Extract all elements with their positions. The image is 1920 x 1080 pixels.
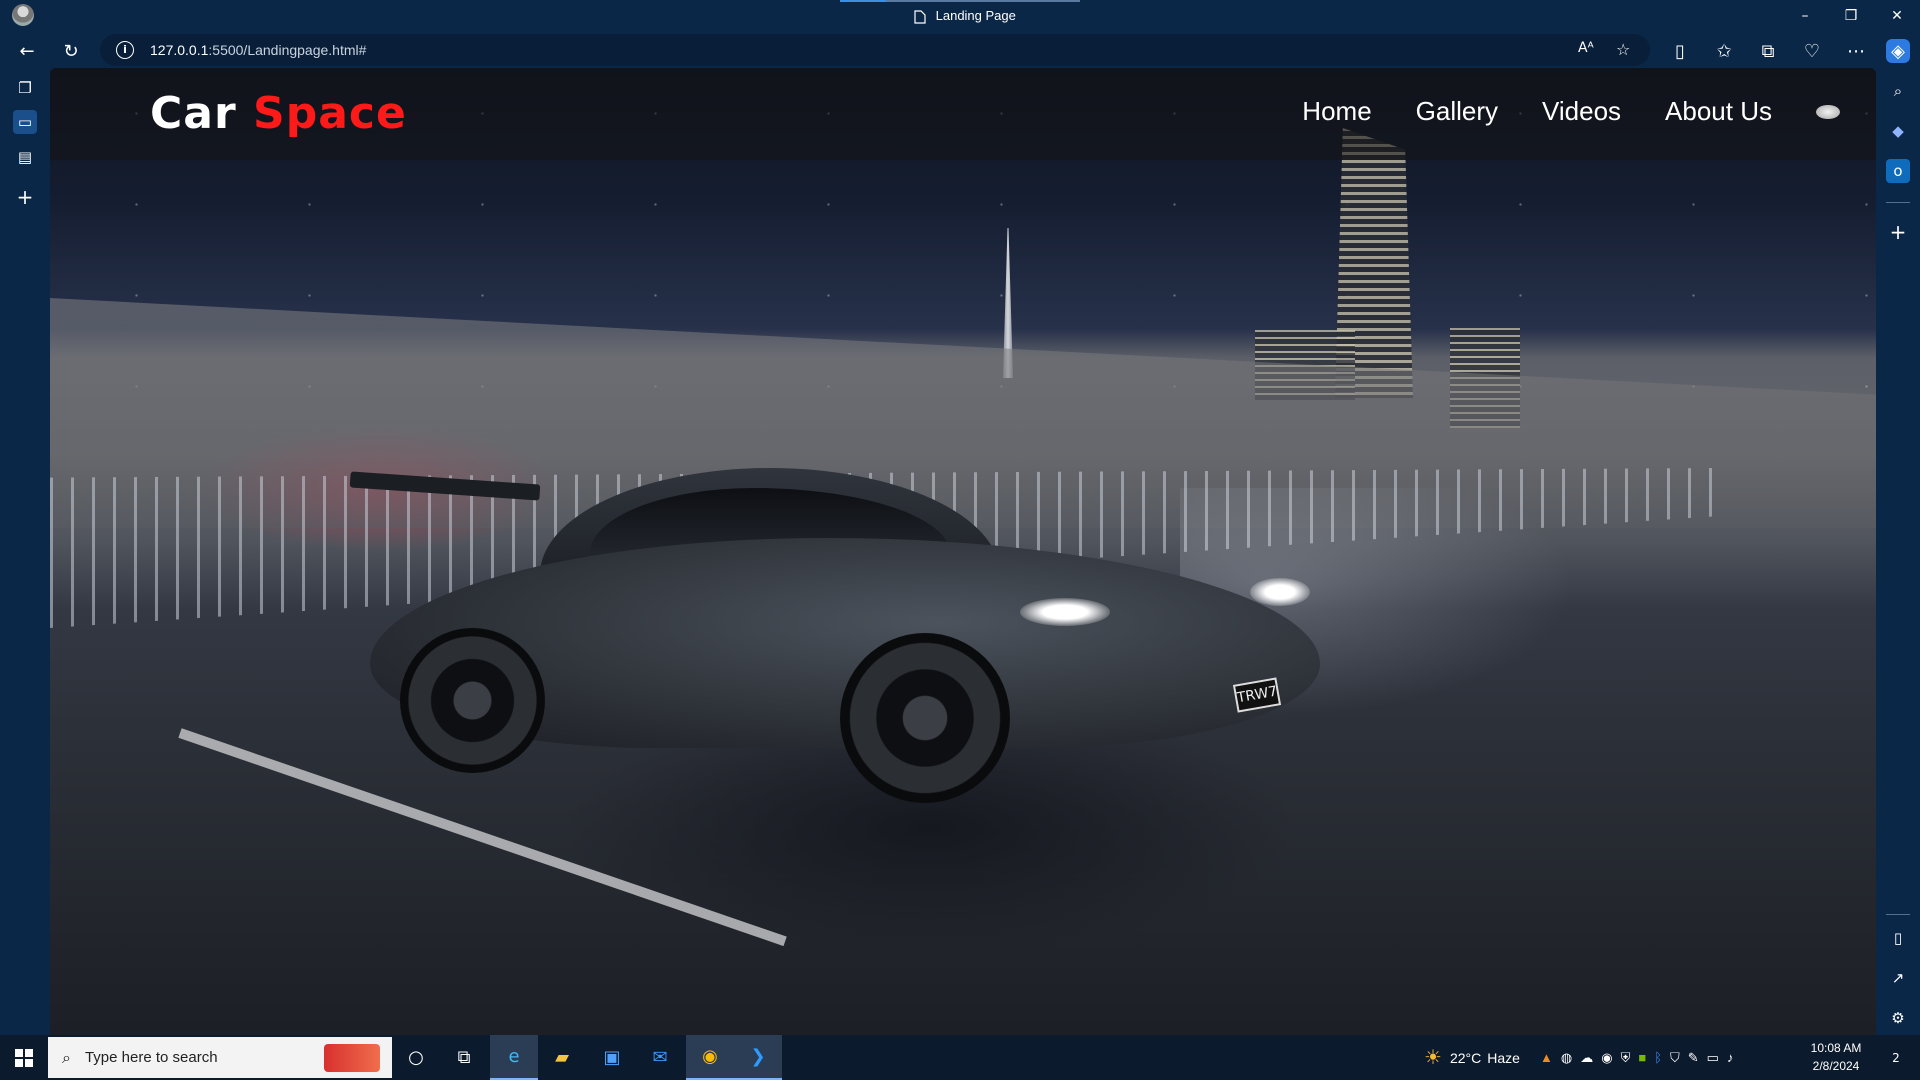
edge-sidebar: ⌕ ◆ o + ▯ ↗ ⚙ — [1876, 68, 1920, 1035]
page-tab-icon[interactable]: ▭ — [13, 110, 37, 134]
network-globe-icon[interactable]: ◍ — [1561, 1050, 1572, 1066]
cortana-icon[interactable]: ○ — [392, 1035, 440, 1080]
mail-icon[interactable]: ✉ — [636, 1035, 684, 1080]
nvidia-icon[interactable]: ■ — [1638, 1050, 1646, 1065]
car-rear-wheel — [400, 628, 545, 773]
tray-disc-icon[interactable]: ◉ — [1601, 1050, 1612, 1066]
split-screen-icon[interactable]: ▯ — [1668, 39, 1692, 63]
more-icon[interactable]: ⋯ — [1844, 39, 1868, 63]
system-tray: ▲ ◍ ☁ ◉ ⛨ ■ ᛒ ⛉ ✎ ▭ ♪ — [1540, 1035, 1733, 1080]
favorite-star-icon[interactable]: ☆ — [1616, 40, 1630, 59]
pen-icon[interactable]: ✎ — [1688, 1050, 1699, 1066]
search-highlight-gift-icon — [324, 1044, 380, 1072]
taskbar-clock[interactable]: 10:08 AM 2/8/2024 — [1806, 1039, 1866, 1075]
nav-home[interactable]: Home — [1302, 96, 1371, 127]
site-nav: Home Gallery Videos About Us — [1302, 96, 1876, 127]
bluetooth-icon[interactable]: ᛒ — [1654, 1050, 1662, 1065]
back-icon[interactable]: ← — [15, 39, 39, 63]
tab-actions-icon[interactable]: ❐ — [13, 76, 37, 100]
weather-desc: Haze — [1487, 1049, 1520, 1066]
car-rear-wing — [349, 471, 541, 501]
clock-date: 2/8/2024 — [1812, 1059, 1860, 1073]
logo-primary: Car — [150, 88, 237, 139]
site-logo[interactable]: Car Space — [150, 88, 407, 139]
copilot-icon[interactable]: ◈ — [1886, 39, 1910, 63]
file-explorer-icon[interactable]: ▰ — [538, 1035, 586, 1080]
notification-center-icon[interactable]: 2 — [1872, 1035, 1920, 1080]
site-info-icon[interactable]: i — [116, 41, 134, 59]
weather-widget[interactable]: ☀ 22°C Haze — [1424, 1035, 1520, 1080]
search-magnifier-icon: ⌕ — [62, 1047, 71, 1067]
address-bar[interactable]: i 127.0.0.1:5500/Landingpage.html# Aᴬ ☆ — [100, 34, 1650, 66]
browser-toolbar: ← ↻ i 127.0.0.1:5500/Landingpage.html# A… — [0, 32, 1920, 68]
page-icon — [914, 9, 926, 24]
url-text[interactable]: 127.0.0.1:5500/Landingpage.html# — [150, 42, 366, 58]
browser-essentials-icon[interactable]: ♡ — [1800, 39, 1824, 63]
minimize-button[interactable]: – — [1782, 0, 1828, 32]
url-path: :5500/Landingpage.html# — [208, 42, 367, 58]
window-controls: – ❒ ✕ — [1782, 0, 1920, 32]
sidebar-divider-bottom — [1886, 914, 1910, 915]
nav-videos[interactable]: Videos — [1542, 96, 1621, 127]
favorites-icon[interactable]: ✩ — [1712, 39, 1736, 63]
url-host: 127.0.0.1 — [150, 42, 209, 58]
browser-title-bar: Landing Page – ❒ ✕ — [0, 0, 1920, 32]
windows-logo-icon — [15, 1048, 33, 1067]
add-sidebar-app-icon[interactable]: + — [1886, 220, 1910, 244]
notification-badge: 2 — [1892, 1050, 1900, 1065]
car-headlight-right — [1250, 578, 1310, 606]
search-icon[interactable]: ⌕ — [1886, 79, 1910, 103]
site-header: Car Space Home Gallery Videos About Us — [50, 68, 1876, 160]
start-button[interactable] — [0, 1035, 48, 1080]
outlook-icon[interactable]: o — [1886, 159, 1910, 183]
car-headlight-left — [1020, 598, 1110, 626]
restore-button[interactable]: ❒ — [1828, 0, 1874, 32]
volume-icon[interactable]: ♪ — [1727, 1050, 1734, 1065]
vertical-tabs-bar: ❐ ▭ ▤ + — [0, 68, 50, 1035]
car-front-wheel — [840, 633, 1010, 803]
nav-about-us[interactable]: About Us — [1665, 96, 1772, 127]
store-icon[interactable]: ▣ — [588, 1035, 636, 1080]
new-tab-icon[interactable]: + — [13, 185, 37, 209]
logo-accent: Space — [253, 88, 407, 139]
copilot-sidebar-icon[interactable]: ◆ — [1886, 119, 1910, 143]
clock-time: 10:08 AM — [1810, 1041, 1862, 1055]
tray-app-icon[interactable]: ▲ — [1540, 1050, 1553, 1065]
taskbar-search[interactable]: ⌕ Type here to search — [48, 1037, 392, 1078]
collections-icon[interactable]: ⧉ — [1756, 39, 1780, 63]
wifi-icon[interactable]: ▭ — [1707, 1050, 1719, 1066]
profile-avatar[interactable] — [12, 4, 34, 26]
weather-icon: ☀ — [1424, 1047, 1442, 1069]
read-aloud-icon[interactable]: Aᴬ — [1578, 40, 1594, 56]
nav-gallery[interactable]: Gallery — [1416, 96, 1498, 127]
refresh-icon[interactable]: ↻ — [59, 39, 83, 63]
vscode-icon[interactable]: ❯ — [734, 1035, 782, 1080]
saved-tab-icon[interactable]: ▤ — [13, 145, 37, 169]
tab-title[interactable]: Landing Page — [914, 8, 1016, 24]
hide-sidebar-icon[interactable]: ▯ — [1886, 926, 1910, 950]
tray-windows-security-icon[interactable]: ⛨ — [1621, 1050, 1631, 1066]
sidebar-divider — [1886, 202, 1910, 203]
weather-temp: 22°C — [1449, 1049, 1482, 1066]
chrome-icon[interactable]: ◉ — [686, 1035, 734, 1080]
close-button[interactable]: ✕ — [1874, 0, 1920, 32]
open-external-icon[interactable]: ↗ — [1886, 966, 1910, 990]
tray-shield-icon[interactable]: ⛉ — [1670, 1050, 1680, 1066]
onedrive-icon[interactable]: ☁ — [1580, 1050, 1593, 1066]
search-placeholder: Type here to search — [84, 1049, 218, 1066]
tab-title-text: Landing Page — [935, 8, 1016, 23]
windows-taskbar: ⌕ Type here to search ○ ⧉ e ▰ ▣ ✉ ◉ ❯ ☀ … — [0, 1035, 1920, 1080]
tab-indicator — [840, 0, 1080, 2]
settings-gear-icon[interactable]: ⚙ — [1886, 1006, 1910, 1030]
page-viewport: TRW7 Car Space Home Gallery Videos About… — [50, 68, 1876, 1035]
moon-icon — [1816, 104, 1840, 119]
sports-car-image: TRW7 — [349, 458, 1320, 803]
task-view-icon[interactable]: ⧉ — [440, 1035, 488, 1080]
edge-taskbar-icon[interactable]: e — [490, 1035, 538, 1080]
